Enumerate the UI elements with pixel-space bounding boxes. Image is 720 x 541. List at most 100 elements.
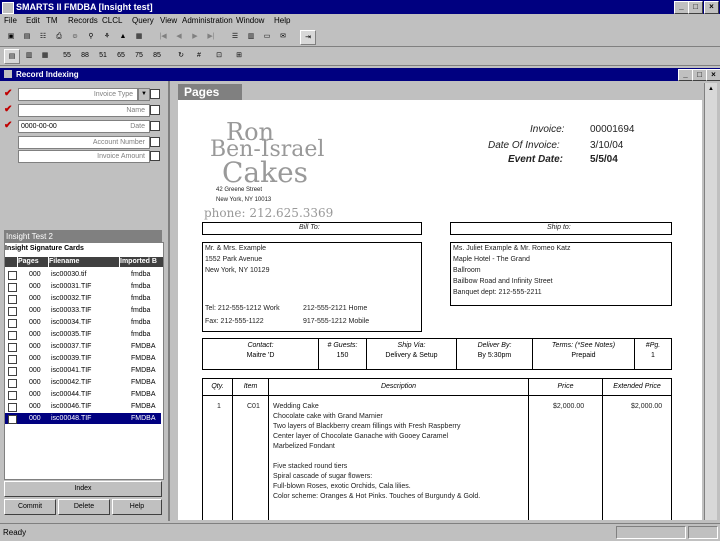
- menu-clcl[interactable]: CLCL: [102, 16, 122, 25]
- row-filename: isc00031.TIF: [51, 283, 92, 290]
- first-record-icon[interactable]: |◀: [156, 30, 170, 43]
- tool-51[interactable]: 51: [96, 49, 110, 62]
- next-record-icon[interactable]: ▶: [188, 30, 202, 43]
- page-view-icon[interactable]: ▤: [4, 49, 20, 64]
- commit-button[interactable]: Commit: [4, 499, 56, 515]
- grid-title: Insight Test 2: [6, 232, 53, 241]
- table-row[interactable]: 000 isc00044.TIF FMDBA: [5, 389, 161, 400]
- table-row[interactable]: 000 isc00048.TIF FMDBA: [5, 413, 161, 424]
- table-row[interactable]: 000 isc00042.TIF FMDBA: [5, 377, 161, 388]
- table-row[interactable]: 000 isc00046.TIF FMDBA: [5, 401, 161, 412]
- grid-header-filename[interactable]: Filename: [49, 257, 119, 267]
- delete-button[interactable]: Delete: [58, 499, 110, 515]
- name-input[interactable]: Name: [18, 104, 150, 117]
- grid-header-pages[interactable]: Pages: [18, 257, 48, 267]
- phone-text: phone: 212.625.3369: [204, 206, 334, 220]
- open-icon[interactable]: ▣: [4, 30, 18, 43]
- vertical-scrollbar[interactable]: ▲: [704, 83, 717, 520]
- menu-file[interactable]: File: [4, 16, 17, 25]
- menu-tm[interactable]: TM: [46, 16, 58, 25]
- prev-record-icon[interactable]: ◀: [172, 30, 186, 43]
- tool-88[interactable]: 88: [78, 49, 92, 62]
- tool-55[interactable]: 55: [60, 49, 74, 62]
- child-minimize-button[interactable]: _: [678, 69, 693, 81]
- chevron-down-icon[interactable]: ▼: [138, 88, 150, 101]
- table-row[interactable]: 000 isc00041.TIF FMDBA: [5, 365, 161, 376]
- event-date: 5/5/04: [590, 154, 618, 165]
- mail-icon[interactable]: ✉: [276, 30, 290, 43]
- meta-header: Deliver By:: [477, 342, 512, 349]
- grid-icon[interactable]: #: [192, 49, 206, 62]
- grid-header-imported-by[interactable]: Imported B: [120, 257, 163, 267]
- lock-icon[interactable]: ▲: [116, 30, 130, 43]
- table-row[interactable]: 000 isc00035.TIF fmdba: [5, 329, 161, 340]
- menu-view[interactable]: View: [160, 16, 177, 25]
- menu-edit[interactable]: Edit: [26, 16, 40, 25]
- menu-help[interactable]: Help: [274, 16, 290, 25]
- table-row[interactable]: 000 isc00033.TIF fmdba: [5, 305, 161, 316]
- menu-query[interactable]: Query: [132, 16, 154, 25]
- grid-subtitle: Insight Signature Cards: [5, 245, 84, 252]
- table-row[interactable]: 000 isc00037.TIF FMDBA: [5, 341, 161, 352]
- items-header: Qty.: [203, 379, 232, 396]
- menu-records[interactable]: Records: [68, 16, 98, 25]
- invoice-amount-checkbox[interactable]: [150, 151, 160, 161]
- field-label: Invoice Amount: [97, 153, 145, 160]
- rotate-icon[interactable]: ↻: [174, 49, 188, 62]
- row-pages: 000: [29, 403, 41, 410]
- name-checkbox[interactable]: [150, 105, 160, 115]
- tool-65[interactable]: 65: [114, 49, 128, 62]
- row-imported-by: fmdba: [131, 331, 151, 338]
- menu-window[interactable]: Window: [236, 16, 264, 25]
- invoice-type-input[interactable]: Invoice Type: [18, 88, 138, 101]
- tile-horizontal-icon[interactable]: ▭: [260, 30, 274, 43]
- user-icon[interactable]: ☺: [68, 30, 82, 43]
- table-row[interactable]: 000 isc00031.TIF fmdba: [5, 281, 161, 292]
- pages-tab[interactable]: Pages: [178, 84, 242, 100]
- invoice-amount-input[interactable]: Invoice Amount: [18, 150, 150, 163]
- account-number-checkbox[interactable]: [150, 137, 160, 147]
- scroll-up-icon[interactable]: ▲: [706, 84, 716, 94]
- date-input[interactable]: 0000-00-00 Date: [18, 120, 150, 133]
- grid-view-icon[interactable]: ▦: [38, 49, 52, 62]
- child-close-button[interactable]: ×: [706, 69, 720, 81]
- menu-administration[interactable]: Administration: [182, 16, 233, 25]
- help-button[interactable]: Help: [112, 499, 162, 515]
- crop-icon[interactable]: ⊡: [212, 49, 226, 62]
- invoice-type-checkbox[interactable]: [150, 89, 160, 99]
- minimize-button[interactable]: _: [674, 1, 689, 14]
- close-button[interactable]: ×: [704, 1, 719, 14]
- maximize-button[interactable]: □: [688, 1, 703, 14]
- field-invoice-type: ✔ Invoice Type ▼: [4, 88, 164, 101]
- exit-icon[interactable]: ⇥: [300, 30, 316, 45]
- index-button[interactable]: Index: [4, 481, 162, 497]
- tree-icon[interactable]: ⚘: [100, 30, 114, 43]
- document-image: Ron Ben-Israel Cakes 42 Greene Street Ne…: [178, 100, 702, 520]
- network-icon[interactable]: ☷: [36, 30, 50, 43]
- find-icon[interactable]: ⚲: [84, 30, 98, 43]
- fit-icon[interactable]: ⊞: [232, 49, 246, 62]
- table-row[interactable]: 000 isc00032.TIF fmdba: [5, 293, 161, 304]
- save-icon[interactable]: ▤: [20, 30, 34, 43]
- account-number-input[interactable]: Account Number: [18, 136, 150, 149]
- app-icon[interactable]: [2, 2, 14, 14]
- table-row[interactable]: 000 isc00034.TIF fmdba: [5, 317, 161, 328]
- cascade-icon[interactable]: ☰: [228, 30, 242, 43]
- print-icon[interactable]: ⎙: [52, 30, 66, 43]
- tool-75[interactable]: 75: [132, 49, 146, 62]
- window-icon[interactable]: [4, 70, 12, 78]
- document-icon: [8, 283, 17, 292]
- tool-85[interactable]: 85: [150, 49, 164, 62]
- double-page-icon[interactable]: ▥: [22, 49, 36, 62]
- invoice-number: 00001694: [590, 124, 635, 135]
- meta-cell: Contact: Maitre 'D: [203, 339, 319, 369]
- date-checkbox[interactable]: [150, 121, 160, 131]
- address-line-1: 42 Greene Street: [216, 187, 263, 193]
- document-icon: [8, 295, 17, 304]
- table-row[interactable]: 000 isc00039.TIF FMDBA: [5, 353, 161, 364]
- tile-vertical-icon[interactable]: ▥: [244, 30, 258, 43]
- last-record-icon[interactable]: ▶|: [204, 30, 218, 43]
- table-row[interactable]: 000 isc00030.tif fmdba: [5, 269, 161, 280]
- child-restore-button[interactable]: □: [692, 69, 707, 81]
- preview-icon[interactable]: ▦: [132, 30, 146, 43]
